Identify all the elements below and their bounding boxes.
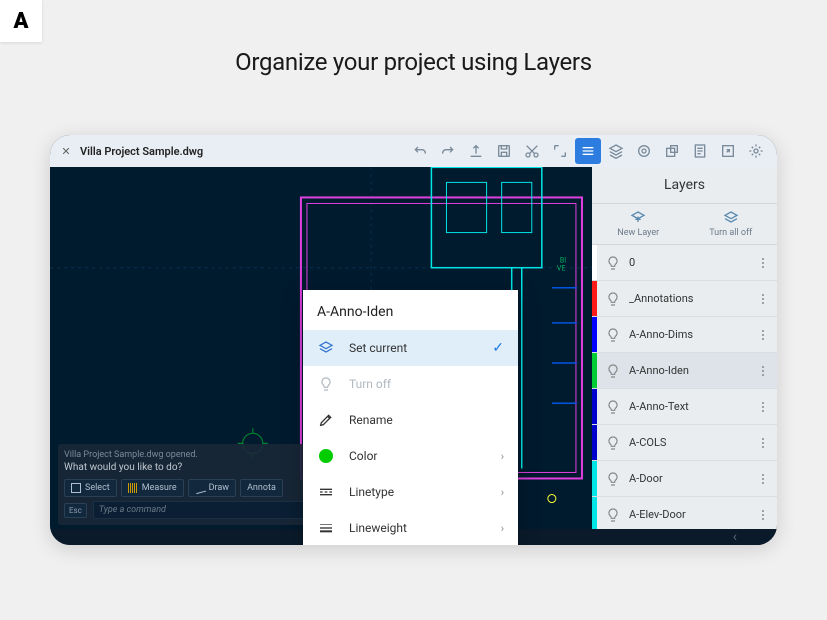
layer-options-icon[interactable] bbox=[755, 366, 771, 376]
layer-color-strip bbox=[592, 245, 597, 280]
turn-all-off-button[interactable]: Turn all off bbox=[685, 204, 778, 244]
header-toolbar bbox=[407, 138, 769, 164]
visibility-icon[interactable] bbox=[605, 507, 621, 523]
layer-row[interactable]: A-COLS bbox=[592, 425, 777, 461]
command-input[interactable]: Type a command bbox=[93, 501, 312, 519]
layer-color-strip bbox=[592, 497, 597, 529]
lineweight-icon bbox=[317, 519, 335, 537]
layer-row[interactable]: A-Elev-Door bbox=[592, 497, 777, 529]
context-menu-label: Lineweight bbox=[349, 521, 407, 535]
tool-measure[interactable]: Measure bbox=[121, 479, 184, 497]
tool-select[interactable]: Select bbox=[64, 479, 117, 497]
layers-icon bbox=[317, 339, 335, 357]
layer-color-strip bbox=[592, 389, 597, 424]
layer-color-strip bbox=[592, 461, 597, 496]
context-menu-item-lineweight[interactable]: Lineweight › bbox=[303, 510, 518, 545]
app-header: ✕ Villa Project Sample.dwg bbox=[50, 135, 777, 167]
visibility-icon[interactable] bbox=[605, 291, 621, 307]
bulb-icon bbox=[317, 375, 335, 393]
new-layer-button[interactable]: New Layer bbox=[592, 204, 685, 244]
color-dot-icon bbox=[317, 447, 335, 465]
layer-context-menu: A-Anno-Iden Set current ✓ Turn off Rename Co… bbox=[303, 290, 518, 545]
marketing-headline: Organize your project using Layers bbox=[0, 48, 827, 76]
tool-annotate[interactable]: Annota bbox=[240, 479, 283, 497]
visibility-icon[interactable] bbox=[605, 255, 621, 271]
command-status: Villa Project Sample.dwg opened. bbox=[64, 450, 312, 460]
view-icon[interactable] bbox=[631, 138, 657, 164]
redo-icon[interactable] bbox=[435, 138, 461, 164]
layer-options-icon[interactable] bbox=[755, 330, 771, 340]
chevron-right-icon: › bbox=[501, 522, 504, 535]
save-icon[interactable] bbox=[491, 138, 517, 164]
svg-text:VE: VE bbox=[557, 264, 565, 273]
layer-options-icon[interactable] bbox=[755, 402, 771, 412]
context-menu-item-color[interactable]: Color › bbox=[303, 438, 518, 474]
context-menu-item-turn-off: Turn off bbox=[303, 366, 518, 402]
layers-panel: Layers New Layer Turn all off 0 _Annotati… bbox=[592, 167, 777, 529]
rename-icon bbox=[317, 411, 335, 429]
layer-options-icon[interactable] bbox=[755, 438, 771, 448]
layer-name: A-Anno-Dims bbox=[629, 328, 755, 341]
context-menu-label: Turn off bbox=[349, 377, 391, 391]
layer-row[interactable]: A-Anno-Text bbox=[592, 389, 777, 425]
layer-name: A-Door bbox=[629, 472, 755, 485]
context-menu-item-linetype[interactable]: Linetype › bbox=[303, 474, 518, 510]
back-icon[interactable]: ‹ bbox=[733, 529, 737, 545]
layer-options-icon[interactable] bbox=[755, 294, 771, 304]
autodesk-logo: A bbox=[0, 0, 42, 42]
tablet-frame: ✕ Villa Project Sample.dwg bbox=[50, 135, 777, 545]
command-panel: Villa Project Sample.dwg opened. What wo… bbox=[58, 444, 318, 525]
layer-color-strip bbox=[592, 281, 597, 316]
layer-row[interactable]: A-Anno-Dims bbox=[592, 317, 777, 353]
layer-name: A-Elev-Door bbox=[629, 508, 755, 521]
visibility-icon[interactable] bbox=[605, 363, 621, 379]
layer-options-icon[interactable] bbox=[755, 474, 771, 484]
layer-options-icon[interactable] bbox=[755, 510, 771, 520]
context-menu-label: Linetype bbox=[349, 485, 394, 499]
esc-key[interactable]: Esc bbox=[64, 503, 87, 518]
layer-name: A-COLS bbox=[629, 436, 755, 449]
layer-row[interactable]: A-Anno-Iden bbox=[592, 353, 777, 389]
chevron-right-icon: › bbox=[501, 486, 504, 499]
layers-panel-title: Layers bbox=[592, 167, 777, 203]
context-menu-title: A-Anno-Iden bbox=[303, 290, 518, 330]
expand-icon[interactable] bbox=[547, 138, 573, 164]
context-menu-item-rename[interactable]: Rename bbox=[303, 402, 518, 438]
layer-color-strip bbox=[592, 353, 597, 388]
visibility-icon[interactable] bbox=[605, 471, 621, 487]
layers-icon[interactable] bbox=[603, 138, 629, 164]
visibility-icon[interactable] bbox=[605, 327, 621, 343]
export-icon[interactable] bbox=[715, 138, 741, 164]
layer-name: A-Anno-Iden bbox=[629, 364, 755, 377]
context-menu-label: Color bbox=[349, 449, 377, 463]
command-prompt: What would you like to do? bbox=[64, 462, 312, 473]
visibility-icon[interactable] bbox=[605, 435, 621, 451]
blocks-icon[interactable] bbox=[659, 138, 685, 164]
layer-row[interactable]: 0 bbox=[592, 245, 777, 281]
chevron-right-icon: › bbox=[501, 450, 504, 463]
layer-name: 0 bbox=[629, 256, 755, 269]
cut-icon[interactable] bbox=[519, 138, 545, 164]
properties-icon[interactable] bbox=[687, 138, 713, 164]
layer-name: A-Anno-Text bbox=[629, 400, 755, 413]
close-icon[interactable]: ✕ bbox=[58, 145, 74, 158]
linetype-icon bbox=[317, 483, 335, 501]
context-menu-label: Set current bbox=[349, 341, 407, 355]
layer-options-icon[interactable] bbox=[755, 258, 771, 268]
file-title: Villa Project Sample.dwg bbox=[80, 145, 203, 158]
layer-row[interactable]: _Annotations bbox=[592, 281, 777, 317]
undo-icon[interactable] bbox=[407, 138, 433, 164]
check-icon: ✓ bbox=[492, 340, 504, 356]
layer-name: _Annotations bbox=[629, 292, 755, 305]
tool-draw[interactable]: Draw bbox=[188, 479, 236, 497]
panel-toggle-icon[interactable] bbox=[575, 138, 601, 164]
upload-icon[interactable] bbox=[463, 138, 489, 164]
layer-color-strip bbox=[592, 317, 597, 352]
visibility-icon[interactable] bbox=[605, 399, 621, 415]
layer-color-strip bbox=[592, 425, 597, 460]
context-menu-item-set-current[interactable]: Set current ✓ bbox=[303, 330, 518, 366]
settings-icon[interactable] bbox=[743, 138, 769, 164]
context-menu-label: Rename bbox=[349, 413, 393, 427]
layer-row[interactable]: A-Door bbox=[592, 461, 777, 497]
